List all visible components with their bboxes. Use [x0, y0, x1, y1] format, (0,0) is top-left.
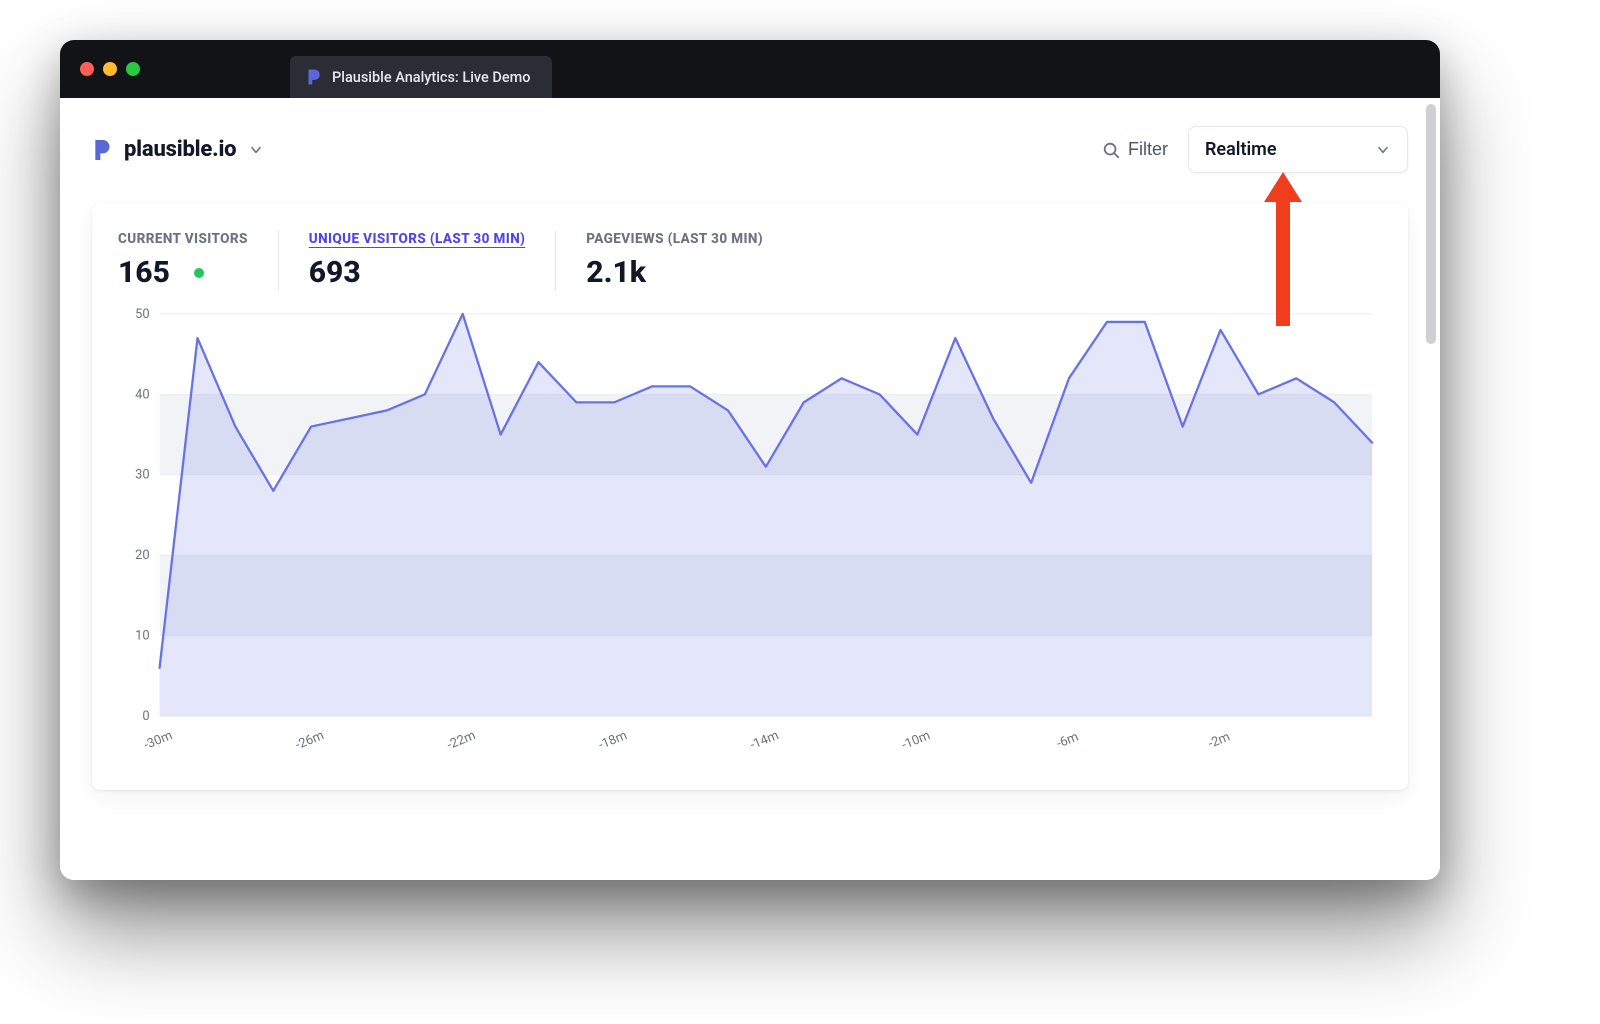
site-name: plausible.io [124, 137, 236, 162]
minimize-window-icon[interactable] [103, 62, 117, 76]
chevron-down-icon [1375, 142, 1391, 158]
top-actions: Filter Realtime [1098, 126, 1408, 173]
svg-text:10: 10 [135, 629, 149, 644]
chevron-down-icon [248, 142, 264, 158]
svg-text:40: 40 [135, 387, 149, 402]
svg-text:-22m: -22m [445, 728, 478, 753]
stat-unique-visitors[interactable]: UNIQUE VISITORS (LAST 30 MIN) 693 [279, 231, 557, 290]
filter-label: Filter [1128, 139, 1168, 160]
scrollbar-thumb[interactable] [1426, 104, 1436, 344]
filter-button[interactable]: Filter [1098, 133, 1172, 166]
svg-text:-30m: -30m [142, 728, 175, 753]
plausible-logo-icon [92, 138, 112, 162]
search-icon [1102, 141, 1120, 159]
stat-label: PAGEVIEWS (LAST 30 MIN) [586, 231, 763, 247]
page: plausible.io Filter [60, 98, 1440, 880]
stat-label: UNIQUE VISITORS (LAST 30 MIN) [309, 231, 526, 247]
stat-value: 2.1k [586, 255, 646, 290]
maximize-window-icon[interactable] [126, 62, 140, 76]
svg-text:-2m: -2m [1206, 730, 1232, 752]
visitors-chart: 0 10 20 30 40 50 -30m -26m -22m -18m -14m -10m -6m -2… [114, 306, 1382, 772]
site-switcher[interactable]: plausible.io [92, 137, 264, 162]
svg-text:-26m: -26m [293, 728, 326, 753]
date-range-label: Realtime [1205, 139, 1277, 160]
window-controls [80, 62, 140, 76]
plausible-favicon-icon [304, 68, 322, 86]
stats-card: CURRENT VISITORS 165 UNIQUE VISITORS (LA… [92, 203, 1408, 790]
svg-text:-6m: -6m [1055, 730, 1081, 752]
svg-text:20: 20 [135, 548, 149, 563]
stats-row: CURRENT VISITORS 165 UNIQUE VISITORS (LA… [118, 231, 1382, 290]
svg-text:-14m: -14m [748, 728, 781, 753]
stat-value: 693 [309, 255, 361, 290]
stat-current-visitors[interactable]: CURRENT VISITORS 165 [118, 231, 279, 290]
browser-window: Plausible Analytics: Live Demo plausible… [60, 40, 1440, 880]
stat-value: 165 [118, 255, 170, 290]
stat-label: CURRENT VISITORS [118, 231, 248, 247]
stat-pageviews[interactable]: PAGEVIEWS (LAST 30 MIN) 2.1k [556, 231, 793, 290]
date-range-picker[interactable]: Realtime [1188, 126, 1408, 173]
svg-text:50: 50 [135, 307, 149, 322]
titlebar: Plausible Analytics: Live Demo [60, 40, 1440, 98]
tab-title: Plausible Analytics: Live Demo [332, 69, 530, 86]
scrollbar[interactable] [1426, 104, 1436, 364]
close-window-icon[interactable] [80, 62, 94, 76]
svg-text:-18m: -18m [597, 728, 630, 753]
svg-text:0: 0 [142, 709, 149, 724]
chart-svg: 0 10 20 30 40 50 -30m -26m -22m -18m -14m -10m -6m -2… [114, 306, 1382, 772]
page-header: plausible.io Filter [92, 126, 1408, 173]
svg-text:-10m: -10m [900, 728, 933, 753]
browser-tab[interactable]: Plausible Analytics: Live Demo [290, 56, 552, 98]
svg-text:30: 30 [135, 468, 149, 483]
live-indicator-icon [194, 268, 204, 278]
